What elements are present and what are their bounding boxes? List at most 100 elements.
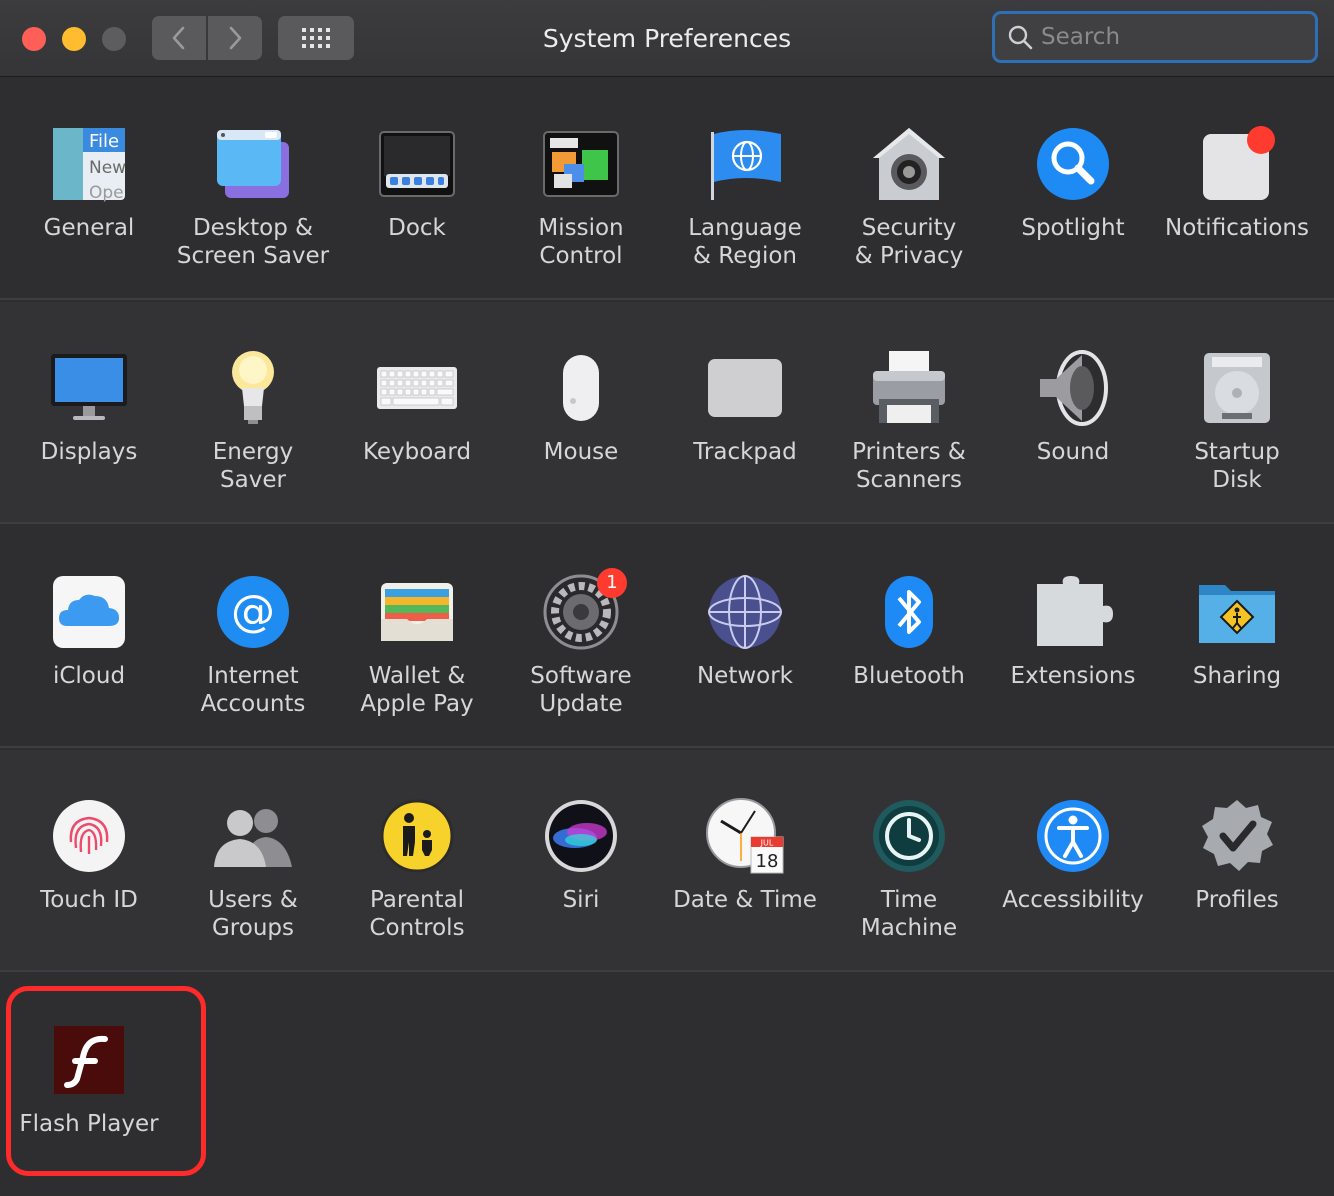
general-icon: File New Ope [47,122,131,206]
magnifier-icon [1031,122,1115,206]
pref-network[interactable]: Network [663,526,827,748]
pref-flash-player[interactable]: Flash Player [7,974,171,1196]
chevron-right-icon [229,26,242,50]
pref-label: Spotlight [1021,215,1125,241]
siri-icon [539,794,623,878]
pref-profiles[interactable]: Profiles [1155,750,1319,972]
show-all-button[interactable] [278,16,354,60]
close-window-button[interactable] [22,27,46,51]
section-other: Flash Player [0,974,1334,1190]
chevron-left-icon [172,26,185,50]
pref-siri[interactable]: Siri [499,750,663,972]
section-internet-wireless: iCloud @ Internet Accounts Wallet & Appl… [0,526,1334,748]
pref-mission-control[interactable]: Mission Control [499,78,663,300]
pref-label: Security & Privacy [854,215,964,269]
harddisk-icon [1195,346,1279,430]
pref-extensions[interactable]: Extensions [991,526,1155,748]
search-input[interactable] [1039,16,1334,58]
house-lock-icon [867,122,951,206]
pref-wallet-apple-pay[interactable]: Wallet & Apple Pay [335,526,499,748]
pref-label: Printers & Scanners [852,439,966,493]
mission-control-icon [539,122,623,206]
pref-general[interactable]: File New Ope General [7,78,171,300]
pref-label: Flash Player [19,1111,159,1137]
flash-icon [47,1018,131,1102]
search-field[interactable] [992,11,1334,63]
desktop-icon [211,122,295,206]
pref-label: Mouse [543,439,619,465]
pref-label: Sound [1036,439,1110,465]
pref-icloud[interactable]: iCloud [7,526,171,748]
pref-bluetooth[interactable]: Bluetooth [827,526,991,748]
pref-trackpad[interactable]: Trackpad [663,302,827,524]
pref-mouse[interactable]: Mouse [499,302,663,524]
pref-label: Wallet & Apple Pay [360,663,474,717]
at-icon: @ [211,570,295,654]
pref-software-update[interactable]: 1 Software Update [499,526,663,748]
system-preferences-window: System Preferences File New Ope General [0,0,1334,1190]
pref-startup-disk[interactable]: Startup Disk [1155,302,1319,524]
pref-label: Siri [562,887,600,913]
forward-button[interactable] [208,16,262,60]
pref-label: iCloud [52,663,126,689]
pref-label: Users & Groups [208,887,298,941]
pref-label: Time Machine [860,887,958,941]
pref-parental-controls[interactable]: Parental Controls [335,750,499,972]
pref-label: Software Update [530,663,632,717]
parental-icon [375,794,459,878]
section-personal: File New Ope General Desktop & Screen Sa… [0,78,1334,300]
monitor-icon [47,346,131,430]
fingerprint-icon [47,794,131,878]
back-button[interactable] [152,16,206,60]
svg-text:Ope: Ope [89,183,124,202]
pref-security-privacy[interactable]: Security & Privacy [827,78,991,300]
cloud-icon [47,570,131,654]
pref-date-time[interactable]: JUL 18 Date & Time [663,750,827,972]
speaker-icon [1031,346,1115,430]
minimize-window-button[interactable] [62,27,86,51]
title-bar: System Preferences [0,0,1334,77]
pref-label: Startup Disk [1194,439,1280,493]
trackpad-icon [703,346,787,430]
pref-touch-id[interactable]: Touch ID [7,750,171,972]
pref-internet-accounts[interactable]: @ Internet Accounts [171,526,335,748]
pref-sharing[interactable]: Sharing [1155,526,1319,748]
svg-text:New: New [89,158,126,178]
pref-displays[interactable]: Displays [7,302,171,524]
pref-users-groups[interactable]: Users & Groups [171,750,335,972]
folder-sharing-icon [1195,570,1279,654]
pref-label: Parental Controls [369,887,465,941]
flag-icon [703,122,787,206]
pref-label: Bluetooth [853,663,965,689]
pref-printers-scanners[interactable]: Printers & Scanners [827,302,991,524]
pref-keyboard[interactable]: Keyboard [335,302,499,524]
pref-label: General [43,215,135,241]
globe-icon [703,570,787,654]
wallet-icon [375,570,459,654]
pref-label: Desktop & Screen Saver [176,215,330,269]
pref-label: Accessibility [1002,887,1144,913]
pref-label: Date & Time [673,887,817,913]
checkmark-badge-icon [1195,794,1279,878]
lightbulb-icon [211,346,295,430]
pref-label: Extensions [1010,663,1136,689]
pref-accessibility[interactable]: Accessibility [991,750,1155,972]
pref-time-machine[interactable]: Time Machine [827,750,991,972]
pref-language-region[interactable]: Language & Region [663,78,827,300]
pref-notifications[interactable]: Notifications [1155,78,1319,300]
search-icon [1007,24,1033,50]
pref-label: Dock [388,215,446,241]
pref-energy-saver[interactable]: Energy Saver [171,302,335,524]
pref-label: Energy Saver [212,439,294,493]
mouse-icon [539,346,623,430]
users-icon [211,794,295,878]
pref-label: Displays [40,439,138,465]
calendar-day: 18 [756,851,779,872]
pref-dock[interactable]: Dock [335,78,499,300]
zoom-window-button[interactable] [102,27,126,51]
pref-desktop-screen-saver[interactable]: Desktop & Screen Saver [171,78,335,300]
pref-sound[interactable]: Sound [991,302,1155,524]
update-count-badge: 1 [597,568,627,598]
pref-spotlight[interactable]: Spotlight [991,78,1155,300]
svg-text:@: @ [231,586,275,637]
